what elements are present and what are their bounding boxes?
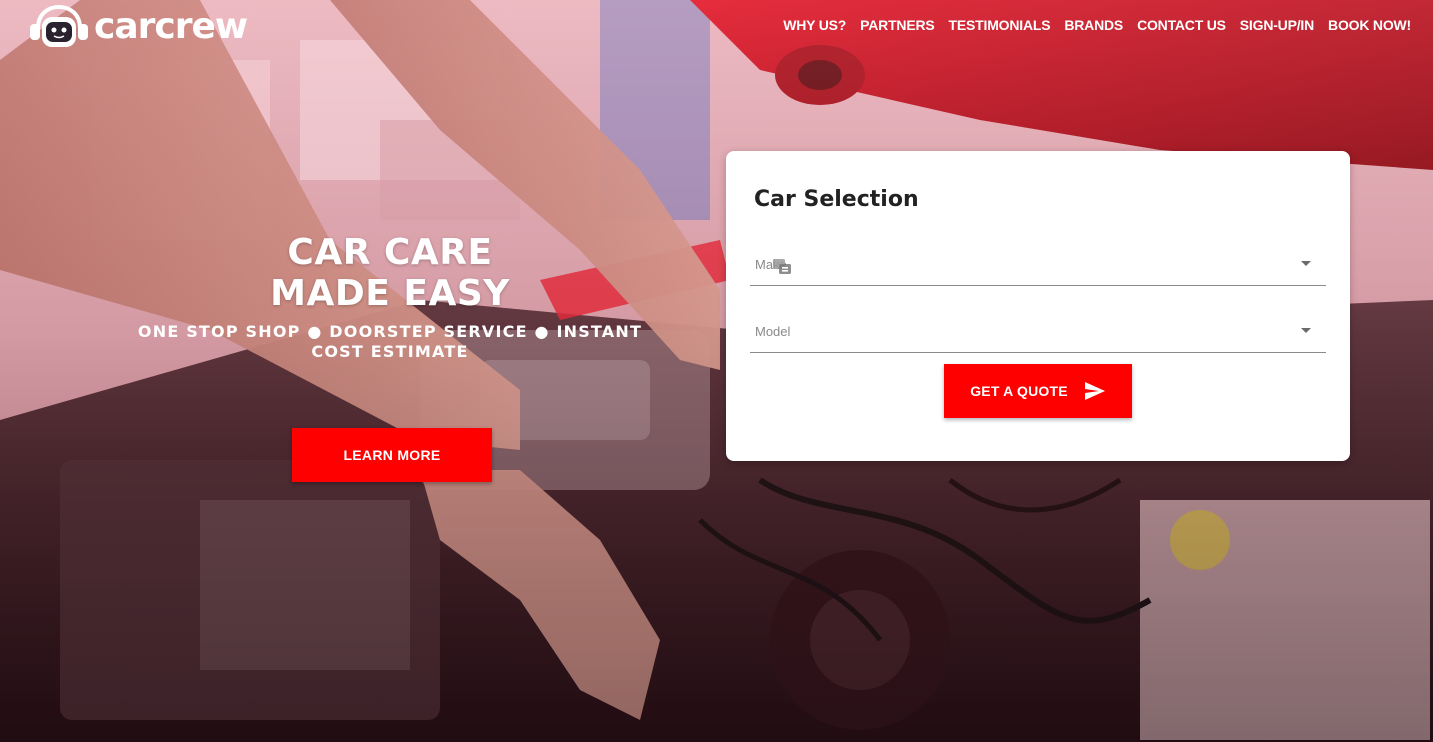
logo-link[interactable]: carcrew xyxy=(26,4,248,50)
nav-item-why-us[interactable]: WHY US? xyxy=(783,17,846,33)
caret-down-icon xyxy=(1301,261,1311,266)
model-select[interactable]: Model xyxy=(750,312,1326,353)
brand-name: carcrew xyxy=(94,6,248,47)
get-a-quote-button[interactable]: GET A QUOTE xyxy=(944,364,1132,418)
send-arrow-icon xyxy=(1084,381,1106,401)
mechanic-face-headphones-icon xyxy=(26,4,90,50)
hero-title: CAR CARE MADE EASY xyxy=(120,232,660,314)
page: carcrew WHY US? PARTNERS TESTIMONIALS BR… xyxy=(0,0,1433,742)
car-selection-card: Car Selection Make Model GET A QUOTE xyxy=(726,151,1350,461)
nav-item-book-now[interactable]: BOOK NOW! xyxy=(1328,17,1411,33)
nav-item-contact-us[interactable]: CONTACT US xyxy=(1137,17,1226,33)
model-select-label: Model xyxy=(755,324,791,339)
nav-item-sign-up-in[interactable]: SIGN-UP/IN xyxy=(1240,17,1314,33)
hero-title-line-2: MADE EASY xyxy=(270,273,510,314)
hero-subtitle: ONE STOP SHOP ● DOORSTEP SERVICE ● INSTA… xyxy=(137,322,643,361)
hero-section: CAR CARE MADE EASY ONE STOP SHOP ● DOORS… xyxy=(120,232,660,362)
nav-item-brands[interactable]: BRANDS xyxy=(1064,17,1123,33)
nav-item-testimonials[interactable]: TESTIMONIALS xyxy=(949,17,1051,33)
nav-item-partners[interactable]: PARTNERS xyxy=(860,17,935,33)
main-nav: WHY US? PARTNERS TESTIMONIALS BRANDS CON… xyxy=(783,17,1411,33)
learn-more-button[interactable]: LEARN MORE xyxy=(292,428,492,482)
site-header: carcrew WHY US? PARTNERS TESTIMONIALS BR… xyxy=(0,0,1433,54)
caret-down-icon xyxy=(1301,328,1311,333)
translate-overlay-icon xyxy=(773,257,793,277)
make-select[interactable]: Make xyxy=(750,245,1326,286)
card-title: Car Selection xyxy=(754,187,919,212)
hero-title-line-1: CAR CARE xyxy=(287,232,493,273)
get-a-quote-label: GET A QUOTE xyxy=(970,383,1068,399)
